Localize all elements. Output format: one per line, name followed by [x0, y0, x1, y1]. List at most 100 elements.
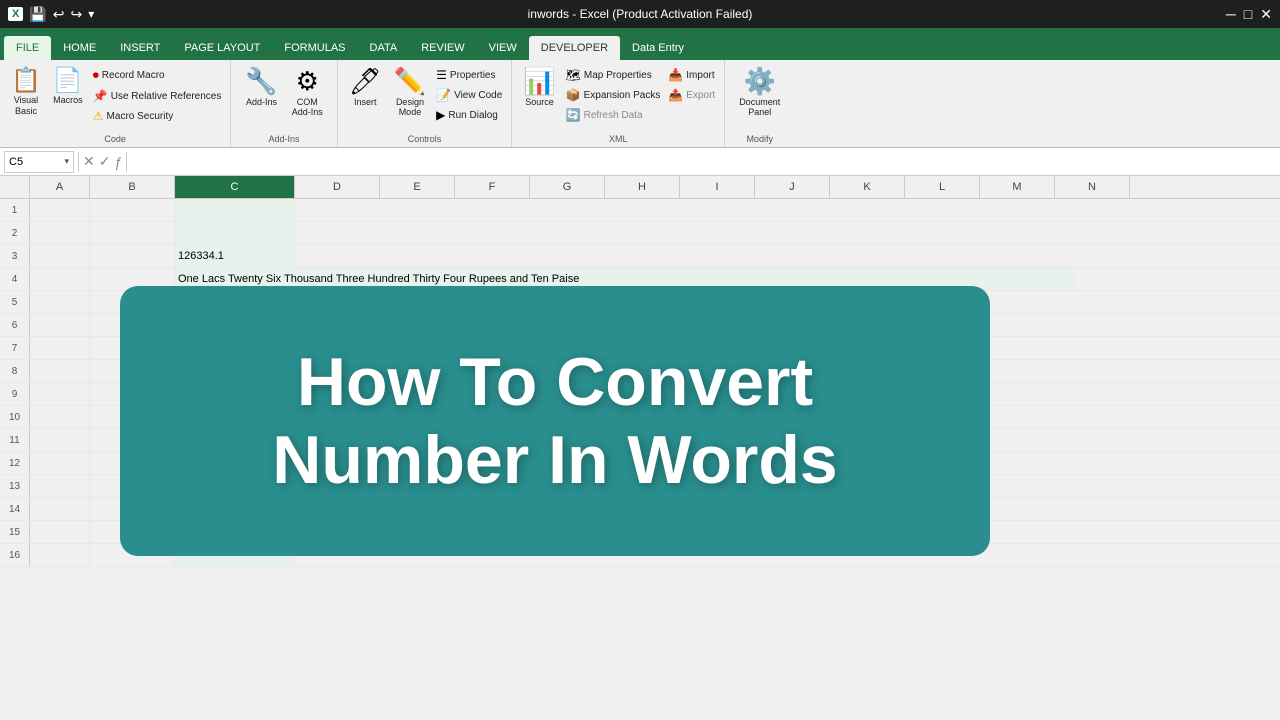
cell-c3[interactable]: 126334.1 [175, 245, 295, 267]
excel-logo: X [8, 7, 23, 21]
col-header-f[interactable]: F [455, 176, 530, 198]
use-relative-button[interactable]: 📌 Use Relative References [90, 87, 225, 105]
addins-group-label: Add-Ins [239, 132, 328, 144]
table-row: 3 126334.1 [0, 245, 1280, 268]
addins-icon: 🔧 [245, 66, 277, 97]
sheet-cell[interactable] [90, 245, 175, 267]
col-header-l[interactable]: L [905, 176, 980, 198]
view-code-icon: 📝 [436, 88, 451, 102]
add-ins-button[interactable]: 🔧 Add-Ins [239, 63, 283, 110]
minimize-icon[interactable]: ─ [1226, 6, 1236, 23]
record-icon: ⏺ [93, 68, 99, 83]
col-header-m[interactable]: M [980, 176, 1055, 198]
visual-basic-button[interactable]: 📋 VisualBasic [6, 63, 46, 120]
tab-data-entry[interactable]: Data Entry [620, 36, 696, 60]
col-header-e[interactable]: E [380, 176, 455, 198]
run-dialog-button[interactable]: ▶ Run Dialog [433, 106, 505, 124]
ribbon-tabs: FILE HOME INSERT PAGE LAYOUT FORMULAS DA… [0, 28, 1280, 60]
maximize-icon[interactable]: □ [1244, 6, 1252, 23]
macros-button[interactable]: 📄 Macros [48, 63, 88, 108]
source-button[interactable]: 📊 Source [518, 63, 560, 110]
export-button[interactable]: 📤 Export [665, 86, 718, 104]
tab-data[interactable]: DATA [358, 36, 410, 60]
undo-icon[interactable]: ↩ [53, 6, 65, 23]
map-properties-button[interactable]: 🗺 Map Properties [563, 66, 664, 84]
import-button[interactable]: 📥 Import [665, 66, 718, 84]
insert-control-button[interactable]: 🖊 Insert [344, 63, 387, 110]
warning-icon: ⚠ [93, 109, 104, 123]
confirm-formula-icon[interactable]: ✓ [99, 153, 111, 170]
tab-page-layout[interactable]: PAGE LAYOUT [172, 36, 272, 60]
document-panel-button[interactable]: ⚙️ DocumentPanel [733, 63, 786, 120]
formula-separator2 [126, 152, 127, 172]
title-bar-left: X 💾 ↩ ↪ ▾ [8, 6, 94, 23]
sheet-cell[interactable] [175, 222, 295, 244]
row-num: 4 [0, 268, 30, 290]
expansion-packs-button[interactable]: 📦 Expansion Packs [563, 86, 664, 104]
sheet-cell[interactable] [30, 199, 90, 221]
ribbon-group-code: 📋 VisualBasic 📄 Macros ⏺ Record Macro 📌 … [0, 60, 231, 147]
tab-home[interactable]: HOME [51, 36, 108, 60]
cancel-formula-icon[interactable]: ✕ [83, 153, 95, 170]
col-header-g[interactable]: G [530, 176, 605, 198]
com-icon: ⚙ [296, 66, 319, 97]
redo-icon[interactable]: ↪ [71, 6, 83, 23]
formula-input[interactable] [131, 156, 1276, 168]
window-controls: ─ □ ✕ [1226, 6, 1272, 23]
formula-separator [78, 152, 79, 172]
tab-view[interactable]: VIEW [477, 36, 529, 60]
row-num-corner [0, 176, 30, 198]
tab-review[interactable]: REVIEW [409, 36, 476, 60]
col-headers: A B C D E F G H I J K L M N [0, 176, 1280, 199]
map-properties-icon: 🗺 [566, 68, 581, 82]
overlay-text: How To Convert Number In Words [272, 343, 837, 499]
overlay-line2: Number In Words [272, 422, 837, 498]
run-icon: ▶ [436, 108, 445, 122]
source-icon: 📊 [523, 66, 555, 97]
sheet-cell[interactable] [30, 245, 90, 267]
view-code-button[interactable]: 📝 View Code [433, 86, 505, 104]
table-row: 1 [0, 199, 1280, 222]
col-header-c[interactable]: C [175, 176, 295, 198]
col-header-k[interactable]: K [830, 176, 905, 198]
xml-group-label: XML [518, 132, 718, 144]
sheet-cell[interactable] [30, 291, 90, 313]
save-icon[interactable]: 💾 [29, 6, 46, 23]
close-icon[interactable]: ✕ [1260, 6, 1272, 23]
cell-ref-dropdown[interactable]: ▾ [64, 156, 69, 167]
tab-insert[interactable]: INSERT [108, 36, 172, 60]
record-macro-button[interactable]: ⏺ Record Macro [90, 66, 225, 85]
col-header-a[interactable]: A [30, 176, 90, 198]
sheet-cell[interactable] [30, 222, 90, 244]
cell-ref-box[interactable]: C5 ▾ [4, 151, 74, 173]
row-num: 5 [0, 291, 30, 313]
relative-icon: 📌 [93, 89, 108, 103]
tab-file[interactable]: FILE [4, 36, 51, 60]
macro-security-button[interactable]: ⚠ Macro Security [90, 107, 225, 125]
col-header-h[interactable]: H [605, 176, 680, 198]
sheet-cell[interactable] [90, 199, 175, 221]
col-header-b[interactable]: B [90, 176, 175, 198]
ribbon-group-xml: 📊 Source 🗺 Map Properties 📦 Expansion Pa… [512, 60, 725, 147]
properties-button[interactable]: ☰ Properties [433, 66, 505, 84]
more-commands-icon[interactable]: ▾ [88, 7, 94, 21]
refresh-data-button[interactable]: 🔄 Refresh Data [563, 106, 664, 124]
sheet-cell[interactable] [90, 222, 175, 244]
col-header-j[interactable]: J [755, 176, 830, 198]
sheet-cell[interactable] [175, 199, 295, 221]
ribbon-group-modify: ⚙️ DocumentPanel Modify [725, 60, 794, 147]
com-addins-button[interactable]: ⚙ COMAdd-Ins [286, 63, 329, 120]
properties-icon: ☰ [436, 68, 447, 82]
expansion-icon: 📦 [566, 88, 581, 102]
col-header-d[interactable]: D [295, 176, 380, 198]
col-header-i[interactable]: I [680, 176, 755, 198]
insert-function-icon[interactable]: ƒ [114, 154, 122, 170]
col-header-n[interactable]: N [1055, 176, 1130, 198]
sheet-cell[interactable] [30, 268, 90, 290]
design-mode-button[interactable]: ✏️ DesignMode [389, 63, 431, 120]
tab-developer[interactable]: DEVELOPER [529, 36, 620, 60]
ribbon: 📋 VisualBasic 📄 Macros ⏺ Record Macro 📌 … [0, 60, 1280, 148]
tab-formulas[interactable]: FORMULAS [272, 36, 357, 60]
ribbon-group-addins: 🔧 Add-Ins ⚙ COMAdd-Ins Add-Ins [231, 60, 337, 147]
refresh-icon: 🔄 [566, 108, 581, 122]
